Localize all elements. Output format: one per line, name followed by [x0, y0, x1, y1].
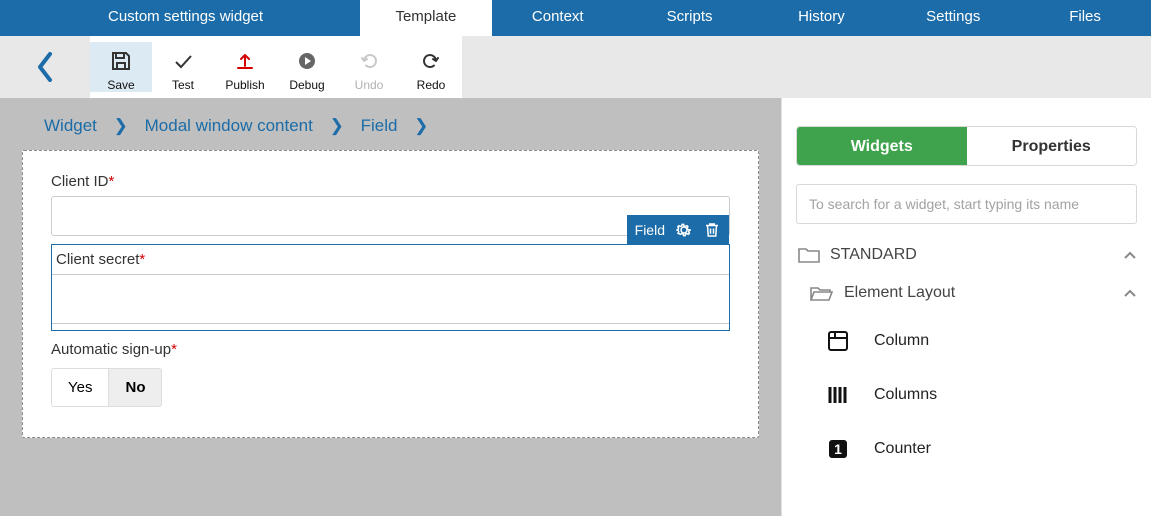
widget-column-label: Column [874, 332, 929, 350]
sidebar-segments: Widgets Properties [796, 126, 1137, 166]
selection-tag-label: Field [635, 222, 665, 238]
trash-icon[interactable] [703, 221, 721, 239]
counter-icon: 1 [820, 437, 856, 461]
breadcrumb: Widget ❯ Modal window content ❯ Field ❯ [0, 98, 781, 150]
crumb-widget[interactable]: Widget [44, 116, 97, 135]
tab-context[interactable]: Context [492, 0, 624, 36]
chevron-up-icon [1123, 250, 1137, 260]
selected-field[interactable]: Field Client secret* [51, 244, 730, 331]
main-area: Widget ❯ Modal window content ❯ Field ❯ … [0, 98, 1151, 516]
redo-button[interactable]: Redo [400, 42, 462, 92]
tab-settings[interactable]: Settings [887, 0, 1019, 36]
undo-icon [338, 50, 400, 72]
columns-icon [820, 383, 856, 407]
debug-button[interactable]: Debug [276, 42, 338, 92]
toolbar-row: Save Test Publish Debug Undo [0, 36, 1151, 98]
check-icon [152, 50, 214, 72]
group-layout-label: Element Layout [844, 284, 1123, 302]
auto-signup-toggle: Yes No [51, 368, 730, 407]
selection-tag: Field [627, 215, 729, 245]
toolbar: Save Test Publish Debug Undo [90, 36, 462, 98]
seg-properties[interactable]: Properties [967, 127, 1137, 165]
widget-search-input[interactable] [796, 184, 1137, 224]
play-circle-icon [276, 50, 338, 72]
app-title: Custom settings widget [90, 0, 360, 36]
auto-signup-label: Automatic sign-up* [51, 341, 730, 358]
publish-button[interactable]: Publish [214, 42, 276, 92]
widget-list: Column Columns 1 Counter [820, 314, 1137, 476]
seg-widgets[interactable]: Widgets [797, 127, 967, 165]
gear-icon[interactable] [675, 221, 693, 239]
canvas: Widget ❯ Modal window content ❯ Field ❯ … [0, 98, 781, 516]
save-icon [90, 50, 152, 72]
group-layout[interactable]: Element Layout Column [808, 284, 1137, 476]
chevron-right-icon: ❯ [414, 116, 428, 135]
toggle-yes[interactable]: Yes [51, 368, 109, 407]
upload-icon [214, 50, 276, 72]
chevron-right-icon: ❯ [114, 116, 128, 135]
widget-column[interactable]: Column [820, 314, 1137, 368]
group-standard[interactable]: STANDARD Element Layout [796, 246, 1137, 476]
svg-text:1: 1 [834, 441, 842, 457]
undo-button[interactable]: Undo [338, 42, 400, 92]
save-button[interactable]: Save [90, 42, 152, 92]
toggle-no[interactable]: No [109, 368, 162, 407]
redo-label: Redo [400, 78, 462, 92]
folder-open-icon [810, 284, 834, 302]
widget-columns[interactable]: Columns [820, 368, 1137, 422]
client-secret-field[interactable] [52, 274, 729, 324]
undo-label: Undo [338, 78, 400, 92]
tab-files[interactable]: Files [1019, 0, 1151, 36]
client-secret-label: Client secret* [56, 251, 729, 268]
debug-label: Debug [276, 78, 338, 92]
widget-counter-label: Counter [874, 440, 931, 458]
crumb-modal[interactable]: Modal window content [145, 116, 313, 135]
form-panel: Client ID* Field Client secret* Automati… [22, 150, 759, 438]
chevron-up-icon [1123, 288, 1137, 298]
test-label: Test [152, 78, 214, 92]
tab-scripts[interactable]: Scripts [624, 0, 756, 36]
publish-label: Publish [214, 78, 276, 92]
widget-columns-label: Columns [874, 386, 937, 404]
tab-history[interactable]: History [755, 0, 887, 36]
save-label: Save [90, 78, 152, 92]
sidebar: Widgets Properties STANDARD Element [781, 98, 1151, 516]
tab-template[interactable]: Template [360, 0, 492, 36]
folder-icon [798, 246, 820, 264]
test-button[interactable]: Test [152, 42, 214, 92]
chevron-right-icon: ❯ [330, 116, 344, 135]
client-id-label: Client ID* [51, 173, 730, 190]
crumb-field[interactable]: Field [361, 116, 398, 135]
column-icon [820, 329, 856, 353]
widget-counter[interactable]: 1 Counter [820, 422, 1137, 476]
top-tabs: Custom settings widget Template Context … [0, 0, 1151, 36]
redo-icon [400, 50, 462, 72]
group-standard-label: STANDARD [830, 246, 1123, 264]
back-button[interactable] [34, 50, 56, 84]
